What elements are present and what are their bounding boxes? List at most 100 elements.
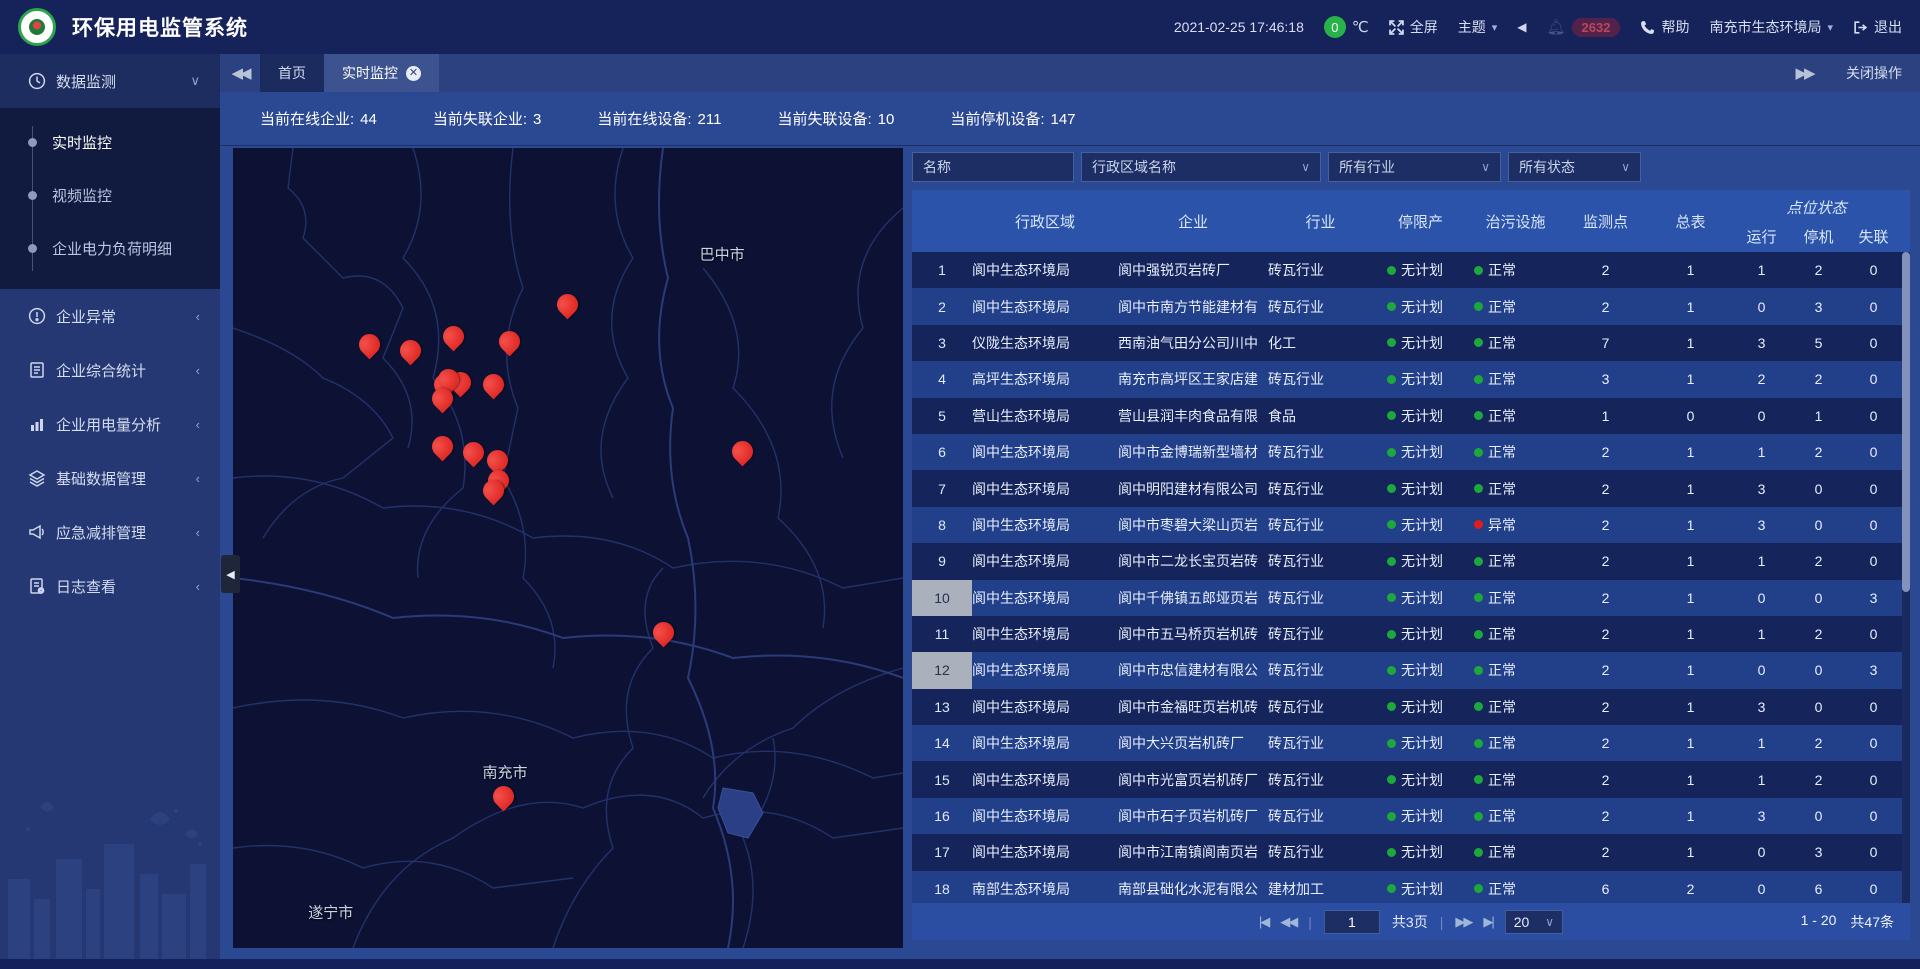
bar-chart-icon: [28, 415, 46, 433]
table-row[interactable]: 9阆中生态环境局阆中市二龙长宝页岩砖砖瓦行业无计划正常21120: [912, 543, 1910, 579]
table-row[interactable]: 12阆中生态环境局阆中市忠信建材有限公砖瓦行业无计划正常21003: [912, 652, 1910, 688]
notifications[interactable]: 🔔︎ 2632: [1547, 18, 1621, 37]
fullscreen-button[interactable]: 全屏: [1389, 17, 1438, 37]
organization-label: 南充市生态环境局: [1709, 17, 1821, 37]
cell-stop-status: 无计划: [1373, 252, 1468, 288]
table-row[interactable]: 6阆中生态环境局阆中市金博瑞新型墙材砖瓦行业无计划正常21120: [912, 434, 1910, 470]
table-row[interactable]: 13阆中生态环境局阆中市金福旺页岩机砖砖瓦行业无计划正常21300: [912, 689, 1910, 725]
table-row[interactable]: 15阆中生态环境局阆中市光富页岩机砖厂砖瓦行业无计划正常21120: [912, 761, 1910, 797]
mute-button[interactable]: ◀: [1517, 20, 1526, 34]
cell-company: 阆中市金博瑞新型墙材: [1118, 434, 1268, 470]
cell-facility-status: 正常: [1468, 325, 1563, 361]
status-dot-icon: [1474, 520, 1483, 529]
cell-monitor-count: 2: [1563, 798, 1648, 834]
table-row[interactable]: 8阆中生态环境局阆中市枣碧大梁山页岩砖瓦行业无计划异常21300: [912, 507, 1910, 543]
tabs-scroll-right-button[interactable]: ▶▶: [1784, 64, 1824, 82]
cell-stop-status: 无计划: [1373, 325, 1468, 361]
cell-lost-count: 0: [1847, 616, 1900, 652]
table-row[interactable]: 2阆中生态环境局阆中市南方节能建材有砖瓦行业无计划正常21030: [912, 288, 1910, 324]
chevron-down-icon: ∨: [1621, 160, 1630, 174]
sidebar-item-power-load-detail[interactable]: 企业电力负荷明细: [0, 222, 220, 275]
page-number-input[interactable]: [1324, 910, 1380, 934]
industry-filter-select[interactable]: 所有行业 ∨: [1328, 152, 1501, 182]
tab-label: 实时监控: [342, 63, 398, 83]
first-page-button[interactable]: |◀: [1259, 914, 1268, 930]
close-operations-button[interactable]: 关闭操作: [1846, 63, 1902, 83]
sidebar-item-emergency-reduction[interactable]: 应急减排管理 ‹: [0, 505, 220, 559]
sidebar-item-enterprise-abnormal[interactable]: 企业异常 ‹: [0, 289, 220, 343]
table-row[interactable]: 17阆中生态环境局阆中市江南镇阆南页岩砖瓦行业无计划正常21030: [912, 834, 1910, 870]
cell-stopped-count: 5: [1790, 325, 1847, 361]
sidebar-item-enterprise-stats[interactable]: 企业综合统计 ‹: [0, 343, 220, 397]
sidebar-item-video-monitor[interactable]: 视频监控: [0, 169, 220, 222]
tab-realtime-monitor[interactable]: 实时监控 ✕: [324, 54, 439, 92]
table-row[interactable]: 11阆中生态环境局阆中市五马桥页岩机砖砖瓦行业无计划正常21120: [912, 616, 1910, 652]
sidebar-collapse-handle[interactable]: ◀: [221, 555, 240, 593]
cell-stopped-count: 0: [1790, 689, 1847, 725]
pagination-separator: |: [1440, 914, 1444, 930]
chevron-down-icon: ▾: [1492, 21, 1498, 34]
cell-monitor-count: 2: [1563, 470, 1648, 506]
map-panel[interactable]: 巴中市南充市遂宁市: [233, 148, 903, 948]
sidebar-item-power-analysis[interactable]: 企业用电量分析 ‹: [0, 397, 220, 451]
cell-region: 阆中生态环境局: [972, 470, 1118, 506]
sidebar-item-label: 企业异常: [56, 306, 116, 327]
logout-button[interactable]: 退出: [1853, 17, 1902, 37]
table-row[interactable]: 3仪陇生态环境局西南油气田分公司川中化工无计划正常71350: [912, 325, 1910, 361]
tab-close-icon[interactable]: ✕: [406, 66, 421, 81]
sidebar-item-base-data[interactable]: 基础数据管理 ‹: [0, 451, 220, 505]
cell-run-count: 2: [1733, 361, 1790, 397]
scrollbar-thumb[interactable]: [1902, 252, 1910, 592]
prev-page-button[interactable]: ◀◀: [1280, 914, 1296, 930]
cell-company: 阆中市南方节能建材有: [1118, 288, 1268, 324]
cell-region: 阆中生态环境局: [972, 288, 1118, 324]
sidebar-item-realtime-monitor[interactable]: 实时监控: [0, 116, 220, 169]
cell-lost-count: 0: [1847, 543, 1900, 579]
cell-industry: 砖瓦行业: [1268, 288, 1373, 324]
region-filter-select[interactable]: 行政区域名称 ∨: [1081, 152, 1321, 182]
status-dot-icon: [1387, 812, 1396, 821]
sidebar-item-label: 企业用电量分析: [56, 414, 161, 435]
cell-lost-count: 0: [1847, 288, 1900, 324]
tabs-scroll-left-button[interactable]: ◀◀: [220, 54, 260, 92]
cell-run-count: 0: [1733, 871, 1790, 903]
report-icon: [28, 361, 46, 379]
next-page-button[interactable]: ▶▶: [1455, 914, 1471, 930]
name-filter-input[interactable]: [923, 159, 1063, 175]
page-size-select[interactable]: 20 ∨: [1505, 910, 1563, 934]
table-row[interactable]: 4高坪生态环境局南充市高坪区王家店建砖瓦行业无计划正常31220: [912, 361, 1910, 397]
table-row[interactable]: 14阆中生态环境局阆中大兴页岩机砖厂砖瓦行业无计划正常21120: [912, 725, 1910, 761]
last-page-button[interactable]: ▶|: [1483, 914, 1492, 930]
table-row[interactable]: 1阆中生态环境局阆中强锐页岩砖厂砖瓦行业无计划正常21120: [912, 252, 1910, 288]
help-button[interactable]: 帮助: [1640, 17, 1689, 37]
theme-dropdown[interactable]: 主题 ▾: [1458, 17, 1498, 37]
cell-meter-count: 1: [1648, 252, 1733, 288]
table-row[interactable]: 10阆中生态环境局阆中千佛镇五郎垭页岩砖瓦行业无计划正常21003: [912, 580, 1910, 616]
cell-meter-count: 1: [1648, 652, 1733, 688]
status-filter-select[interactable]: 所有状态 ∨: [1508, 152, 1641, 182]
stat-stopped-devices: 当前停机设备:147: [950, 108, 1075, 129]
table-row[interactable]: 7阆中生态环境局阆中明阳建材有限公司砖瓦行业无计划正常21300: [912, 470, 1910, 506]
table-row[interactable]: 16阆中生态环境局阆中市石子页岩机砖厂砖瓦行业无计划正常21300: [912, 798, 1910, 834]
sidebar-item-data-monitor[interactable]: 数据监测 ∨: [0, 54, 220, 108]
table-header: 行政区域 企业 行业 停限产 治污设施 监测点 总表 点位状态 运行 停机 失联: [912, 190, 1910, 252]
cell-lost-count: 0: [1847, 361, 1900, 397]
name-filter-field[interactable]: [912, 152, 1074, 182]
logout-icon: [1853, 20, 1868, 35]
table-scrollbar[interactable]: [1902, 252, 1910, 903]
table-row[interactable]: 5营山生态环境局营山县润丰肉食品有限食品无计划正常10010: [912, 398, 1910, 434]
temperature-widget: 0 ℃: [1324, 16, 1369, 38]
region-filter-value: 行政区域名称: [1092, 157, 1176, 177]
cell-industry: 建材加工: [1268, 871, 1373, 903]
bullet-dot-icon: [28, 244, 37, 253]
cell-meter-count: 1: [1648, 761, 1733, 797]
sidebar-item-log-view[interactable]: 日志查看 ‹: [0, 559, 220, 613]
table-row[interactable]: 18南部生态环境局南部县础化水泥有限公建材加工无计划正常62060: [912, 871, 1910, 903]
organization-dropdown[interactable]: 南充市生态环境局 ▾: [1709, 17, 1833, 37]
tab-home[interactable]: 首页: [260, 54, 324, 92]
cell-stop-status: 无计划: [1373, 834, 1468, 870]
cell-monitor-count: 1: [1563, 398, 1648, 434]
cell-region: 阆中生态环境局: [972, 616, 1118, 652]
cell-run-count: 0: [1733, 288, 1790, 324]
cell-index: 4: [912, 361, 972, 397]
